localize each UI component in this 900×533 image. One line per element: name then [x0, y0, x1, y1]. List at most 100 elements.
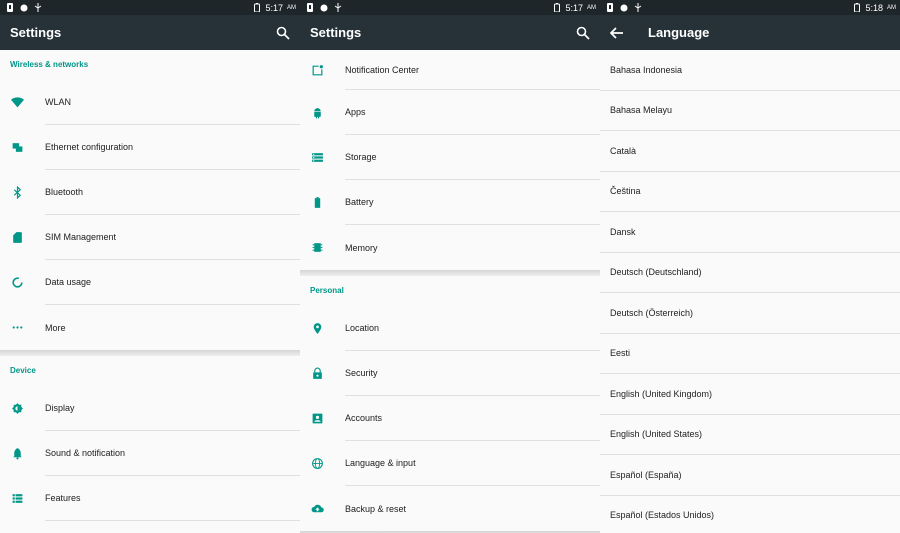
sim-card-icon [13, 232, 22, 243]
settings-item-memory[interactable]: Memory [300, 225, 600, 270]
settings-item-label: More [45, 322, 66, 333]
settings-item-apps[interactable]: Apps [300, 90, 600, 135]
storage-icon [312, 153, 323, 162]
status-time: 5:17 [565, 2, 583, 13]
app-bar: Language [600, 15, 900, 50]
data-usage-icon [12, 277, 23, 288]
language-item[interactable]: English (United Kingdom) [600, 374, 900, 415]
settings-item-label: Battery [345, 180, 600, 225]
settings-item-ethernet[interactable]: Ethernet configuration [0, 125, 300, 170]
app-bar: Settings [0, 15, 300, 50]
settings-item-notification-center[interactable]: Notification Center [300, 50, 600, 90]
battery-status-icon [554, 3, 561, 12]
language-item[interactable]: Čeština [600, 171, 900, 212]
screens-container: 5:17 AM Settings Wireless & networks WLA… [0, 0, 900, 533]
cloud-upload-icon [311, 504, 324, 513]
settings-item-location[interactable]: Location [300, 306, 600, 351]
settings-item-label: Sound & notification [45, 431, 300, 476]
settings-item-features[interactable]: Features [0, 476, 300, 521]
section-header-device: Device [0, 356, 300, 386]
page-title: Settings [310, 25, 362, 40]
ethernet-icon [12, 143, 23, 152]
list-icon [12, 494, 23, 503]
language-item[interactable]: Español (España) [600, 455, 900, 496]
location-pin-icon [313, 323, 322, 334]
more-dots-icon [12, 326, 23, 329]
bluetooth-icon [13, 186, 22, 199]
language-item[interactable]: Català [600, 131, 900, 172]
settings-item-label: SIM Management [45, 215, 300, 260]
brightness-icon [12, 403, 23, 414]
battery-status-icon [254, 3, 261, 12]
settings-item-label: Data usage [45, 260, 300, 305]
settings-item-language-input[interactable]: Language & input [300, 441, 600, 486]
notification-icon [307, 3, 313, 12]
notification-icon [607, 3, 613, 12]
language-item[interactable]: Bahasa Melayu [600, 90, 900, 131]
section-header-personal: Personal [300, 276, 600, 306]
settings-item-label: Security [345, 351, 600, 396]
language-item[interactable]: Deutsch (Deutschland) [600, 252, 900, 293]
settings-item-label: Location [345, 306, 600, 351]
android-status-icon [20, 4, 28, 12]
settings-item-label: Notification Center [345, 50, 600, 90]
account-icon [312, 413, 323, 424]
settings-item-backup-reset[interactable]: Backup & reset [300, 486, 600, 531]
settings-item-label: WLAN [45, 80, 300, 125]
status-bar: 5:17 AM [300, 0, 600, 15]
section-header-wireless: Wireless & networks [0, 50, 300, 80]
memory-chip-icon [312, 243, 323, 252]
back-arrow-icon[interactable] [610, 26, 624, 40]
language-item[interactable]: Deutsch (Österreich) [600, 293, 900, 334]
wifi-icon [11, 97, 24, 108]
notification-center-icon [312, 64, 323, 75]
settings-item-label: Display [45, 386, 300, 431]
language-item[interactable]: Dansk [600, 212, 900, 253]
language-item[interactable]: Eesti [600, 333, 900, 374]
page-title: Language [648, 25, 710, 40]
status-ampm: AM [887, 4, 896, 11]
language-screen: 5:18 AM Language Bahasa Indonesia Bahasa… [600, 0, 900, 533]
settings-item-label: Features [45, 476, 300, 521]
settings-item-data-usage[interactable]: Data usage [0, 260, 300, 305]
settings-item-label: Ethernet configuration [45, 125, 300, 170]
settings-item-battery[interactable]: Battery [300, 180, 600, 225]
status-ampm: AM [287, 4, 296, 11]
settings-item-wlan[interactable]: WLAN [0, 80, 300, 125]
language-list: Bahasa Indonesia Bahasa Melayu Català Če… [600, 50, 900, 533]
status-time: 5:18 [865, 2, 883, 13]
bell-icon [13, 448, 22, 460]
settings-item-label: Memory [345, 242, 378, 253]
status-bar: 5:18 AM [600, 0, 900, 15]
settings-item-sound[interactable]: Sound & notification [0, 431, 300, 476]
status-ampm: AM [587, 4, 596, 11]
language-item[interactable]: Español (Estados Unidos) [600, 495, 900, 533]
settings-item-accounts[interactable]: Accounts [300, 396, 600, 441]
page-title: Settings [10, 25, 62, 40]
settings-item-label: Storage [345, 135, 600, 180]
settings-item-bluetooth[interactable]: Bluetooth [0, 170, 300, 215]
battery-icon [314, 197, 321, 208]
app-bar: Settings [300, 15, 600, 50]
settings-screen-1: 5:17 AM Settings Wireless & networks WLA… [0, 0, 300, 533]
settings-item-label: Accounts [345, 396, 600, 441]
android-icon [314, 108, 321, 119]
settings-item-security[interactable]: Security [300, 351, 600, 396]
notification-icon [7, 3, 13, 12]
status-time: 5:17 [265, 2, 283, 13]
language-item[interactable]: Bahasa Indonesia [600, 50, 900, 91]
settings-item-label: Backup & reset [345, 503, 407, 514]
search-icon[interactable] [276, 26, 290, 40]
settings-item-display[interactable]: Display [0, 386, 300, 431]
usb-icon [634, 3, 642, 12]
usb-icon [334, 3, 342, 12]
settings-item-label: Bluetooth [45, 170, 300, 215]
settings-item-sim[interactable]: SIM Management [0, 215, 300, 260]
settings-item-storage[interactable]: Storage [300, 135, 600, 180]
language-item[interactable]: English (United States) [600, 414, 900, 455]
settings-item-label: Apps [345, 90, 600, 135]
settings-item-more[interactable]: More [0, 305, 300, 350]
status-bar: 5:17 AM [0, 0, 300, 15]
android-status-icon [320, 4, 328, 12]
search-icon[interactable] [576, 26, 590, 40]
